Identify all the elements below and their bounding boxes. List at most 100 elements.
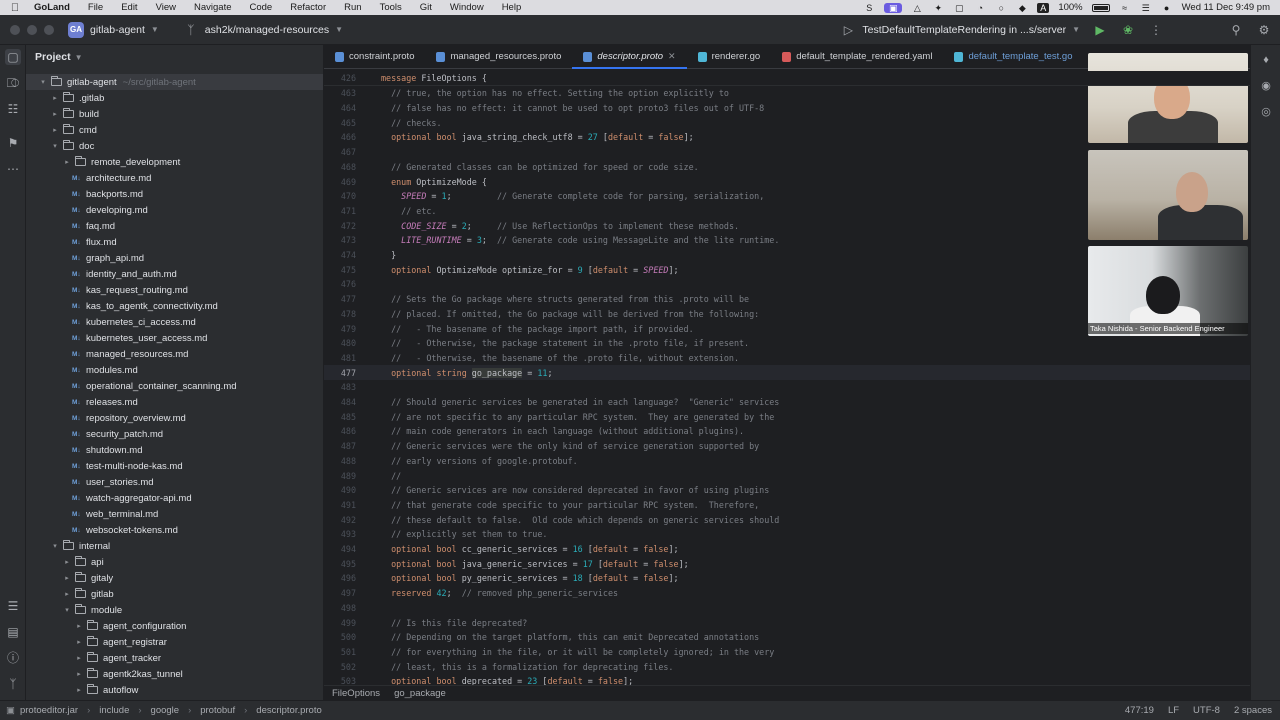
menu-navigate[interactable]: Navigate — [185, 2, 241, 13]
code-line[interactable]: 502 // least, this is a formalization fo… — [324, 659, 1250, 674]
wifi-icon[interactable]: ≈ — [1119, 3, 1131, 13]
project-selector[interactable]: GA gitlab-agent ▼ — [60, 21, 167, 38]
chevron-right-icon[interactable]: ▸ — [62, 590, 72, 598]
tree-folder[interactable]: ▾ module — [26, 602, 323, 618]
code-line[interactable]: 497 reserved 42; // removed php_generic_… — [324, 586, 1250, 601]
menu-tools[interactable]: Tools — [371, 2, 411, 13]
line-number[interactable]: 489 — [324, 471, 356, 481]
project-tool-icon[interactable]: ▢ — [5, 49, 21, 65]
control-center-icon[interactable]: ☰ — [1140, 3, 1152, 13]
line-number[interactable]: 474 — [324, 250, 356, 260]
line-number[interactable]: 493 — [324, 529, 356, 539]
commit-tool-icon[interactable]: ⎄ — [5, 75, 21, 91]
more-actions-icon[interactable]: ⋮ — [1148, 23, 1164, 37]
tree-file[interactable]: M↓ modules.md — [26, 362, 323, 378]
siri-icon[interactable]: ● — [1161, 3, 1173, 13]
editor-tab[interactable]: constraint.proto — [324, 45, 425, 68]
close-window-button[interactable] — [10, 24, 20, 35]
line-number[interactable]: 478 — [324, 309, 356, 319]
tree-file[interactable]: M↓ repository_overview.md — [26, 410, 323, 426]
bookmarks-icon[interactable]: ⚑ — [5, 135, 21, 151]
tree-file[interactable]: M↓ flux.md — [26, 234, 323, 250]
tree-folder[interactable]: ▸ agentk2kas_tunnel — [26, 666, 323, 682]
tree-folder[interactable]: ▸ agent_tracker — [26, 650, 323, 666]
line-number[interactable]: 479 — [324, 324, 356, 334]
tree-folder[interactable]: ▾ doc — [26, 138, 323, 154]
chevron-right-icon[interactable]: ▸ — [50, 110, 60, 118]
line-number[interactable]: 465 — [324, 118, 356, 128]
chevron-down-icon[interactable]: ▾ — [62, 606, 72, 614]
menu-git[interactable]: Git — [411, 2, 441, 13]
line-number[interactable]: 499 — [324, 618, 356, 628]
code-line[interactable]: 495 optional bool java_generic_services … — [324, 556, 1250, 571]
tree-file[interactable]: M↓ web_terminal.md — [26, 506, 323, 522]
tree-file[interactable]: M↓ identity_and_auth.md — [26, 266, 323, 282]
tree-file[interactable]: M↓ architecture.md — [26, 170, 323, 186]
line-number[interactable]: 481 — [324, 353, 356, 363]
line-number[interactable]: 486 — [324, 426, 356, 436]
line-number[interactable]: 469 — [324, 177, 356, 187]
terminal-icon[interactable]: ▤ — [5, 624, 21, 640]
line-number[interactable]: 485 — [324, 412, 356, 422]
line-number[interactable]: 494 — [324, 544, 356, 554]
line-number[interactable]: 490 — [324, 485, 356, 495]
tree-file[interactable]: M↓ releases.md — [26, 394, 323, 410]
line-number[interactable]: 498 — [324, 603, 356, 613]
headphones-icon[interactable]: ○ — [995, 3, 1007, 13]
line-number[interactable]: 480 — [324, 338, 356, 348]
editor-tab[interactable]: default_template_rendered.yaml — [771, 45, 943, 68]
tree-folder[interactable]: ▸ build — [26, 106, 323, 122]
project-panel-header[interactable]: Project ▼ — [26, 45, 323, 69]
crumb-file[interactable]: descriptor.proto — [256, 705, 321, 716]
vpn-icon[interactable]: ◆ — [1016, 3, 1028, 13]
input-source-icon[interactable]: A — [1037, 2, 1050, 13]
tree-folder[interactable]: ▸ cmd — [26, 122, 323, 138]
line-number[interactable]: 491 — [324, 500, 356, 510]
tree-folder[interactable]: ▸ api — [26, 554, 323, 570]
problems-icon[interactable]: ⓘ — [5, 650, 21, 666]
line-number[interactable]: 496 — [324, 573, 356, 583]
code-line[interactable]: 486 // main code generators in each lang… — [324, 424, 1250, 439]
tree-folder[interactable]: ▾ gitlab-agent ~/src/gitlab-agent — [26, 74, 323, 90]
line-number[interactable]: 497 — [324, 588, 356, 598]
line-number[interactable]: 475 — [324, 265, 356, 275]
battery-icon[interactable] — [1091, 3, 1110, 12]
code-line[interactable]: 481 // - Otherwise, the basename of the … — [324, 351, 1250, 366]
menu-app-name[interactable]: GoLand — [30, 2, 79, 13]
tree-file[interactable]: M↓ developing.md — [26, 202, 323, 218]
tree-file[interactable]: M↓ kas_request_routing.md — [26, 282, 323, 298]
git-tool-icon[interactable]: ᛉ — [5, 676, 21, 692]
line-number[interactable]: 468 — [324, 162, 356, 172]
editor-tab[interactable]: default_template_test.go — [943, 45, 1083, 68]
chevron-down-icon[interactable]: ▾ — [50, 142, 60, 150]
line-number[interactable]: 471 — [324, 206, 356, 216]
code-line[interactable]: 480 // - Otherwise, the package statemen… — [324, 336, 1250, 351]
line-number[interactable]: 477 — [324, 368, 356, 378]
code-line[interactable]: 496 optional bool py_generic_services = … — [324, 571, 1250, 586]
code-line[interactable]: 490 // Generic services are now consider… — [324, 483, 1250, 498]
tree-folder[interactable]: ▸ autoflow — [26, 682, 323, 698]
line-number[interactable]: 500 — [324, 632, 356, 642]
code-line[interactable]: 503 optional bool deprecated = 23 [defau… — [324, 674, 1250, 685]
line-number[interactable]: 492 — [324, 515, 356, 525]
menu-code[interactable]: Code — [241, 2, 282, 13]
line-number[interactable]: 502 — [324, 662, 356, 672]
tree-file[interactable]: M↓ backports.md — [26, 186, 323, 202]
notifications-icon[interactable]: ♦ — [1259, 53, 1273, 67]
indent-setting[interactable]: 2 spaces — [1234, 705, 1272, 716]
breadcrumb-message[interactable]: FileOptions — [332, 688, 380, 699]
menu-file[interactable]: File — [79, 2, 112, 13]
tree-file[interactable]: M↓ faq.md — [26, 218, 323, 234]
code-line[interactable]: 483 — [324, 380, 1250, 395]
crumb-include[interactable]: include — [99, 705, 129, 716]
debug-icon[interactable]: ❀ — [1120, 23, 1136, 37]
code-line[interactable]: 488 // early versions of google.protobuf… — [324, 454, 1250, 469]
tree-folder[interactable]: ▸ agent_configuration — [26, 618, 323, 634]
breadcrumb-field[interactable]: go_package — [394, 688, 446, 699]
chevron-down-icon[interactable]: ▾ — [38, 78, 48, 86]
menu-window[interactable]: Window — [441, 2, 493, 13]
line-number[interactable]: 466 — [324, 132, 356, 142]
chevron-right-icon[interactable]: ▸ — [74, 638, 84, 646]
more-tools-icon[interactable]: ⋯ — [5, 161, 21, 177]
code-line[interactable]: 485 // are not specific to any particula… — [324, 409, 1250, 424]
